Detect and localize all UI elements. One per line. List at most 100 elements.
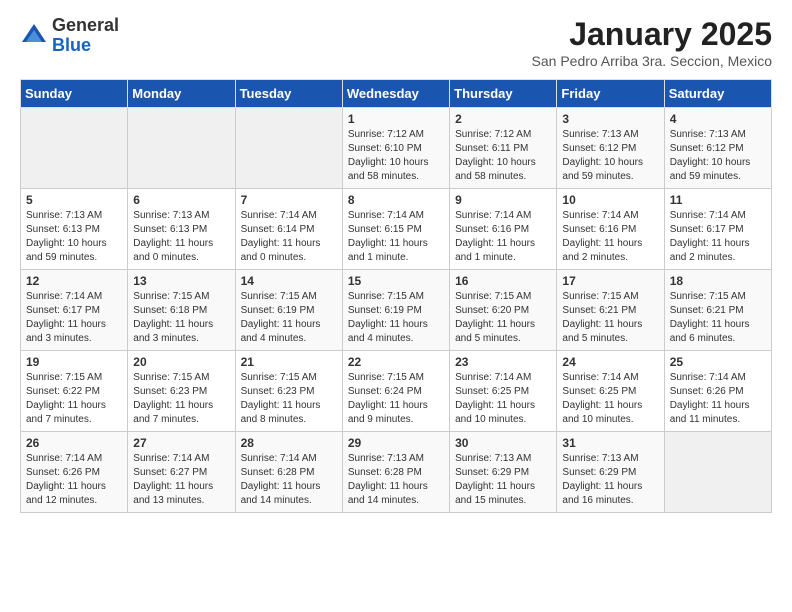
day-of-week-header: Friday [557, 80, 664, 108]
calendar-cell: 30 Sunrise: 7:13 AM Sunset: 6:29 PM Dayli… [450, 432, 557, 513]
day-info: Sunrise: 7:13 AM Sunset: 6:29 PM Dayligh… [455, 452, 551, 508]
day-number: 1 [348, 112, 444, 126]
day-info: Sunrise: 7:12 AM Sunset: 6:11 PM Dayligh… [455, 128, 551, 184]
day-number: 11 [670, 193, 766, 207]
calendar-cell: 25 Sunrise: 7:14 AM Sunset: 6:26 PM Dayli… [664, 351, 771, 432]
logo-icon [20, 22, 48, 50]
calendar-cell: 9 Sunrise: 7:14 AM Sunset: 6:16 PM Daylig… [450, 189, 557, 270]
day-number: 10 [562, 193, 658, 207]
calendar-cell: 27 Sunrise: 7:14 AM Sunset: 6:27 PM Dayli… [128, 432, 235, 513]
day-number: 30 [455, 436, 551, 450]
day-info: Sunrise: 7:14 AM Sunset: 6:25 PM Dayligh… [562, 371, 658, 427]
day-number: 21 [241, 355, 337, 369]
calendar-cell: 22Sunrise: 7:15 AM Sunset: 6:24 PM Dayli… [342, 351, 449, 432]
calendar-cell: 19 Sunrise: 7:15 AM Sunset: 6:22 PM Dayli… [21, 351, 128, 432]
day-info: Sunrise: 7:15 AM Sunset: 6:20 PM Dayligh… [455, 290, 551, 346]
logo-general: General [52, 15, 119, 35]
day-info: Sunrise: 7:15 AM Sunset: 6:22 PM Dayligh… [26, 371, 122, 427]
day-info: Sunrise: 7:13 AM Sunset: 6:13 PM Dayligh… [26, 209, 122, 265]
calendar-cell: 18Sunrise: 7:15 AM Sunset: 6:21 PM Dayli… [664, 270, 771, 351]
day-number: 2 [455, 112, 551, 126]
logo-blue: Blue [52, 35, 91, 55]
day-info: Sunrise: 7:14 AM Sunset: 6:16 PM Dayligh… [455, 209, 551, 265]
calendar-cell: 20Sunrise: 7:15 AM Sunset: 6:23 PM Dayli… [128, 351, 235, 432]
day-number: 19 [26, 355, 122, 369]
calendar-cell: 7 Sunrise: 7:14 AM Sunset: 6:14 PM Daylig… [235, 189, 342, 270]
day-info: Sunrise: 7:15 AM Sunset: 6:21 PM Dayligh… [562, 290, 658, 346]
day-number: 7 [241, 193, 337, 207]
day-of-week-header: Thursday [450, 80, 557, 108]
day-number: 23 [455, 355, 551, 369]
calendar-cell [235, 108, 342, 189]
day-number: 14 [241, 274, 337, 288]
day-info: Sunrise: 7:14 AM Sunset: 6:26 PM Dayligh… [26, 452, 122, 508]
day-number: 27 [133, 436, 229, 450]
day-info: Sunrise: 7:15 AM Sunset: 6:24 PM Dayligh… [348, 371, 444, 427]
day-number: 18 [670, 274, 766, 288]
day-number: 29 [348, 436, 444, 450]
calendar-cell [21, 108, 128, 189]
day-number: 5 [26, 193, 122, 207]
day-number: 4 [670, 112, 766, 126]
day-info: Sunrise: 7:12 AM Sunset: 6:10 PM Dayligh… [348, 128, 444, 184]
day-number: 8 [348, 193, 444, 207]
calendar-cell: 3Sunrise: 7:13 AM Sunset: 6:12 PM Daylig… [557, 108, 664, 189]
day-number: 15 [348, 274, 444, 288]
day-info: Sunrise: 7:14 AM Sunset: 6:27 PM Dayligh… [133, 452, 229, 508]
calendar-cell: 16 Sunrise: 7:15 AM Sunset: 6:20 PM Dayli… [450, 270, 557, 351]
calendar-cell: 31 Sunrise: 7:13 AM Sunset: 6:29 PM Dayli… [557, 432, 664, 513]
day-of-week-header: Saturday [664, 80, 771, 108]
calendar-cell: 11 Sunrise: 7:14 AM Sunset: 6:17 PM Dayli… [664, 189, 771, 270]
logo-text: General Blue [52, 16, 119, 56]
day-number: 25 [670, 355, 766, 369]
day-info: Sunrise: 7:13 AM Sunset: 6:28 PM Dayligh… [348, 452, 444, 508]
day-info: Sunrise: 7:15 AM Sunset: 6:19 PM Dayligh… [348, 290, 444, 346]
page-header: General Blue January 2025 San Pedro Arri… [20, 16, 772, 69]
calendar-cell: 14 Sunrise: 7:15 AM Sunset: 6:19 PM Dayli… [235, 270, 342, 351]
day-of-week-header: Monday [128, 80, 235, 108]
day-info: Sunrise: 7:14 AM Sunset: 6:16 PM Dayligh… [562, 209, 658, 265]
calendar-cell: 15 Sunrise: 7:15 AM Sunset: 6:19 PM Dayli… [342, 270, 449, 351]
calendar-cell: 13Sunrise: 7:15 AM Sunset: 6:18 PM Dayli… [128, 270, 235, 351]
day-number: 9 [455, 193, 551, 207]
calendar-table: SundayMondayTuesdayWednesdayThursdayFrid… [20, 79, 772, 513]
day-number: 17 [562, 274, 658, 288]
calendar-cell [128, 108, 235, 189]
calendar-cell: 28Sunrise: 7:14 AM Sunset: 6:28 PM Dayli… [235, 432, 342, 513]
calendar-cell: 26 Sunrise: 7:14 AM Sunset: 6:26 PM Dayli… [21, 432, 128, 513]
day-info: Sunrise: 7:14 AM Sunset: 6:14 PM Dayligh… [241, 209, 337, 265]
day-number: 16 [455, 274, 551, 288]
day-of-week-header: Tuesday [235, 80, 342, 108]
calendar-cell: 29 Sunrise: 7:13 AM Sunset: 6:28 PM Dayli… [342, 432, 449, 513]
calendar-cell: 8Sunrise: 7:14 AM Sunset: 6:15 PM Daylig… [342, 189, 449, 270]
calendar-cell: 12Sunrise: 7:14 AM Sunset: 6:17 PM Dayli… [21, 270, 128, 351]
day-info: Sunrise: 7:14 AM Sunset: 6:26 PM Dayligh… [670, 371, 766, 427]
calendar-cell: 1 Sunrise: 7:12 AM Sunset: 6:10 PM Daylig… [342, 108, 449, 189]
day-number: 31 [562, 436, 658, 450]
calendar-cell: 5 Sunrise: 7:13 AM Sunset: 6:13 PM Daylig… [21, 189, 128, 270]
logo: General Blue [20, 16, 119, 56]
day-info: Sunrise: 7:15 AM Sunset: 6:19 PM Dayligh… [241, 290, 337, 346]
day-info: Sunrise: 7:15 AM Sunset: 6:23 PM Dayligh… [241, 371, 337, 427]
calendar-cell: 10 Sunrise: 7:14 AM Sunset: 6:16 PM Dayli… [557, 189, 664, 270]
day-number: 6 [133, 193, 229, 207]
month-year: January 2025 [532, 16, 772, 53]
day-info: Sunrise: 7:13 AM Sunset: 6:12 PM Dayligh… [562, 128, 658, 184]
title-block: January 2025 San Pedro Arriba 3ra. Secci… [532, 16, 772, 69]
day-number: 20 [133, 355, 229, 369]
day-number: 12 [26, 274, 122, 288]
day-info: Sunrise: 7:14 AM Sunset: 6:17 PM Dayligh… [670, 209, 766, 265]
calendar-cell: 21 Sunrise: 7:15 AM Sunset: 6:23 PM Dayli… [235, 351, 342, 432]
day-of-week-header: Wednesday [342, 80, 449, 108]
day-info: Sunrise: 7:14 AM Sunset: 6:25 PM Dayligh… [455, 371, 551, 427]
day-info: Sunrise: 7:14 AM Sunset: 6:28 PM Dayligh… [241, 452, 337, 508]
day-number: 26 [26, 436, 122, 450]
day-info: Sunrise: 7:13 AM Sunset: 6:13 PM Dayligh… [133, 209, 229, 265]
day-number: 24 [562, 355, 658, 369]
calendar-cell: 4Sunrise: 7:13 AM Sunset: 6:12 PM Daylig… [664, 108, 771, 189]
day-info: Sunrise: 7:15 AM Sunset: 6:18 PM Dayligh… [133, 290, 229, 346]
calendar-cell [664, 432, 771, 513]
day-info: Sunrise: 7:13 AM Sunset: 6:29 PM Dayligh… [562, 452, 658, 508]
day-of-week-header: Sunday [21, 80, 128, 108]
calendar-cell: 17 Sunrise: 7:15 AM Sunset: 6:21 PM Dayli… [557, 270, 664, 351]
